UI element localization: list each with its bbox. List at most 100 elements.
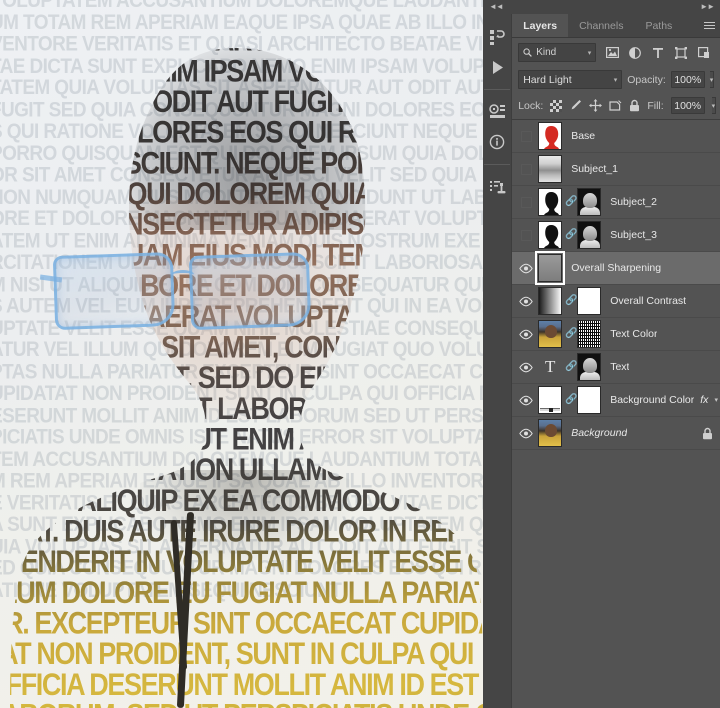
layers-panel: Layers Channels Paths Kind ▾ Hard Light …: [512, 14, 720, 708]
chevron-down-icon[interactable]: ▾: [714, 396, 718, 404]
filter-kind-select[interactable]: Kind ▾: [518, 43, 597, 62]
table-row[interactable]: Base: [512, 120, 720, 153]
lock-label: Lock:: [518, 99, 544, 112]
opacity-input[interactable]: 100%: [670, 71, 705, 88]
fill-label: Fill:: [647, 99, 664, 112]
filter-smart-object-icon[interactable]: [697, 46, 711, 60]
type-layer-icon: T: [538, 353, 563, 381]
libraries-icon[interactable]: [483, 22, 511, 52]
mask-link-icon[interactable]: 🔗: [565, 329, 577, 339]
lock-position-icon[interactable]: [589, 99, 603, 113]
tab-channels[interactable]: Channels: [568, 14, 635, 37]
lock-image-pixels-icon[interactable]: [569, 99, 582, 113]
layer-visibility-toggle[interactable]: [514, 417, 538, 450]
document-canvas[interactable]: VOLUPTATEM ACCUSANTIUM DOLOREMQUE LAUDAN…: [0, 0, 483, 708]
layer-name[interactable]: Overall Contrast: [610, 295, 686, 307]
layer-name[interactable]: Subject_2: [610, 196, 657, 208]
layer-thumbnail[interactable]: [538, 221, 563, 249]
layer-mask-thumbnail[interactable]: [577, 188, 602, 216]
fill-input[interactable]: 100%: [670, 97, 705, 114]
layer-visibility-toggle[interactable]: [514, 285, 538, 318]
table-row[interactable]: Subject_1: [512, 153, 720, 186]
tab-layers[interactable]: Layers: [512, 14, 569, 37]
filter-adjustment-icon[interactable]: [628, 46, 642, 60]
chevron-down-icon[interactable]: ▾: [614, 76, 618, 84]
layer-visibility-toggle[interactable]: [514, 351, 538, 384]
layer-effects-fx-icon[interactable]: fx: [700, 394, 708, 406]
layer-thumbnail[interactable]: T: [538, 353, 563, 381]
properties-icon[interactable]: [483, 97, 511, 127]
blend-mode-value: Hard Light: [523, 73, 572, 86]
layer-thumbnail[interactable]: [538, 188, 563, 216]
mask-link-icon[interactable]: 🔗: [565, 362, 577, 372]
info-icon[interactable]: [483, 127, 511, 157]
layer-visibility-toggle[interactable]: [514, 252, 538, 285]
layer-visibility-toggle[interactable]: [514, 153, 538, 186]
dock-topbar: ◄◄ ►►: [483, 0, 720, 14]
layer-name[interactable]: Base: [571, 130, 595, 142]
table-row[interactable]: 🔗 Subject_3: [512, 219, 720, 252]
mask-link-icon[interactable]: 🔗: [565, 395, 577, 405]
layer-mask-thumbnail[interactable]: [577, 287, 602, 315]
layer-mask-thumbnail[interactable]: [577, 353, 602, 381]
layer-thumbnails: 🔗: [538, 287, 602, 315]
filter-type-icon[interactable]: [651, 46, 665, 60]
layer-mask-thumbnail[interactable]: [577, 221, 602, 249]
mask-link-icon[interactable]: 🔗: [565, 296, 577, 306]
table-row[interactable]: 🔗 Background Color fx ▾: [512, 384, 720, 417]
rail-group-bottom: [483, 172, 511, 202]
layer-visibility-toggle[interactable]: [514, 219, 538, 252]
layer-name[interactable]: Text: [610, 361, 629, 373]
table-row[interactable]: 🔗 Overall Contrast: [512, 285, 720, 318]
dock-body: Layers Channels Paths Kind ▾ Hard Light …: [483, 14, 720, 708]
layer-visibility-toggle[interactable]: [514, 318, 538, 351]
layer-mask-thumbnail[interactable]: [577, 386, 602, 414]
layer-thumbnail[interactable]: [535, 251, 566, 285]
lock-all-icon[interactable]: [629, 99, 640, 113]
table-row[interactable]: 🔗 Text Color: [512, 318, 720, 351]
expand-right-icon[interactable]: ►►: [700, 3, 715, 11]
layer-visibility-toggle[interactable]: [514, 120, 538, 153]
layer-thumbnail[interactable]: [538, 320, 563, 348]
layers-list[interactable]: Base Subject_1 🔗 Subject_2 🔗 Subject_3 O…: [512, 119, 720, 708]
layer-visibility-toggle[interactable]: [514, 186, 538, 219]
chevron-down-icon[interactable]: ▾: [588, 49, 592, 57]
rail-group-mid: [483, 97, 511, 157]
layer-thumbnail[interactable]: [538, 287, 563, 315]
table-row[interactable]: 🔗 Subject_2: [512, 186, 720, 219]
blend-mode-select[interactable]: Hard Light ▾: [518, 70, 623, 89]
search-icon: [523, 48, 533, 57]
layer-thumbnail[interactable]: [538, 122, 563, 150]
sunglasses-lens-left: [52, 251, 176, 331]
filter-shape-icon[interactable]: [674, 46, 688, 60]
panel-menu-icon[interactable]: [698, 14, 720, 37]
layer-name[interactable]: Background Color: [610, 394, 694, 406]
layer-thumbnail[interactable]: [538, 419, 563, 447]
filter-pixel-icon[interactable]: [605, 46, 619, 60]
layer-name[interactable]: Subject_3: [610, 229, 657, 241]
layer-name[interactable]: Overall Sharpening: [571, 262, 661, 274]
opacity-stepper[interactable]: ▾: [709, 71, 715, 88]
mask-link-icon[interactable]: 🔗: [565, 230, 577, 240]
layer-name[interactable]: Background: [571, 427, 627, 439]
layer-thumbnail[interactable]: [538, 386, 563, 414]
mask-link-icon[interactable]: 🔗: [565, 197, 577, 207]
eye-icon: [519, 362, 533, 372]
layer-thumbnail[interactable]: [538, 155, 563, 183]
tab-paths[interactable]: Paths: [634, 14, 684, 37]
collapse-left-icon[interactable]: ◄◄: [489, 3, 504, 11]
lock-transparent-pixels-icon[interactable]: [550, 99, 563, 113]
actions-play-icon[interactable]: [483, 52, 511, 82]
layer-name[interactable]: Subject_1: [571, 163, 618, 175]
layer-mask-thumbnail[interactable]: [577, 320, 602, 348]
clone-source-icon[interactable]: [483, 172, 511, 202]
table-row[interactable]: Overall Sharpening: [512, 251, 720, 285]
table-row[interactable]: Background: [512, 417, 720, 450]
layer-visibility-toggle[interactable]: [514, 384, 538, 417]
fill-stepper[interactable]: ▾: [711, 97, 717, 114]
layer-name[interactable]: Text Color: [610, 328, 657, 340]
lock-artboard-nesting-icon[interactable]: [609, 99, 622, 113]
table-row[interactable]: T 🔗 Text: [512, 351, 720, 384]
blend-mode-row: Hard Light ▾ Opacity: 100% ▾: [512, 66, 720, 93]
eye-icon: [519, 428, 533, 438]
